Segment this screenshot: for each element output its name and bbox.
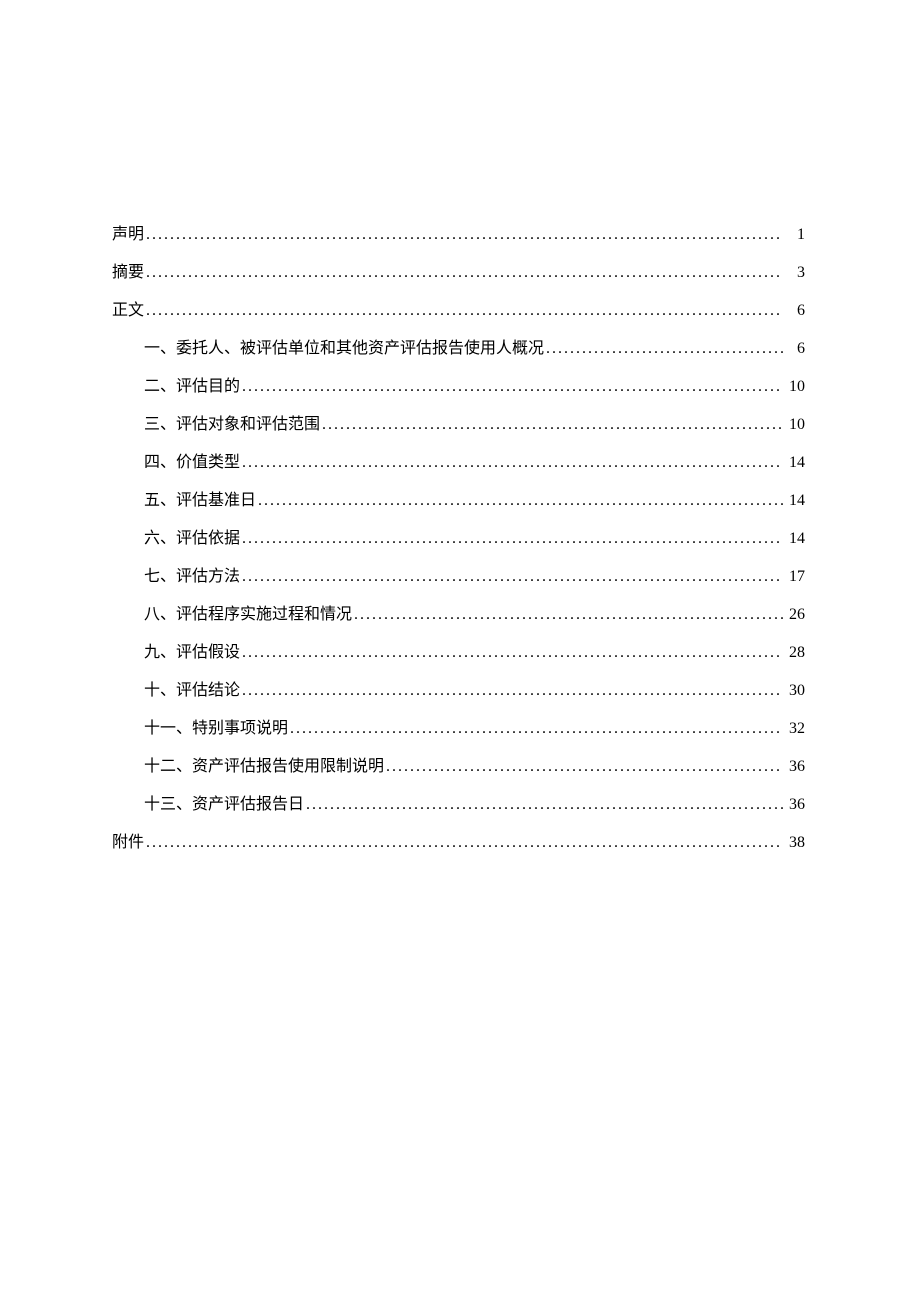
- toc-page: 14: [785, 492, 805, 510]
- toc-entry: 七、评估方法 17: [112, 562, 805, 586]
- toc-page: 6: [785, 340, 805, 358]
- toc-dots: [546, 340, 783, 358]
- toc-page: 38: [785, 834, 805, 852]
- toc-label: 摘要: [112, 258, 144, 282]
- toc-dots: [242, 378, 783, 396]
- toc-label: 十一、特别事项说明: [144, 714, 288, 738]
- toc-dots: [146, 302, 783, 320]
- toc-dots: [242, 454, 783, 472]
- toc-label: 五、评估基准日: [144, 486, 256, 510]
- toc-label: 十三、资产评估报告日: [144, 790, 304, 814]
- table-of-contents: 声明 1 摘要 3 正文 6 一、委托人、被评估单位和其他资产评估报告使用人概况…: [112, 220, 805, 852]
- toc-entry: 三、评估对象和评估范围 10: [112, 410, 805, 434]
- toc-page: 6: [785, 302, 805, 320]
- toc-page: 17: [785, 568, 805, 586]
- toc-label: 正文: [112, 296, 144, 320]
- toc-entry: 一、委托人、被评估单位和其他资产评估报告使用人概况 6: [112, 334, 805, 358]
- toc-entry: 二、评估目的 10: [112, 372, 805, 396]
- toc-entry: 九、评估假设 28: [112, 638, 805, 662]
- toc-label: 四、价值类型: [144, 448, 240, 472]
- toc-dots: [146, 226, 783, 244]
- toc-page: 10: [785, 378, 805, 396]
- toc-page: 14: [785, 530, 805, 548]
- toc-entry: 四、价值类型 14: [112, 448, 805, 472]
- toc-page: 1: [785, 226, 805, 244]
- toc-page: 32: [785, 720, 805, 738]
- toc-page: 10: [785, 416, 805, 434]
- toc-page: 36: [785, 796, 805, 814]
- toc-label: 十二、资产评估报告使用限制说明: [144, 752, 384, 776]
- toc-label: 六、评估依据: [144, 524, 240, 548]
- toc-dots: [146, 834, 783, 852]
- toc-entry: 附件 38: [112, 828, 805, 852]
- toc-label: 声明: [112, 220, 144, 244]
- toc-label: 附件: [112, 828, 144, 852]
- toc-page: 28: [785, 644, 805, 662]
- toc-dots: [242, 568, 783, 586]
- toc-dots: [354, 606, 783, 624]
- toc-entry: 十三、资产评估报告日 36: [112, 790, 805, 814]
- toc-entry: 五、评估基准日 14: [112, 486, 805, 510]
- toc-dots: [306, 796, 783, 814]
- toc-page: 14: [785, 454, 805, 472]
- toc-dots: [242, 530, 783, 548]
- toc-entry: 十一、特别事项说明 32: [112, 714, 805, 738]
- toc-label: 二、评估目的: [144, 372, 240, 396]
- toc-dots: [322, 416, 783, 434]
- toc-entry: 六、评估依据 14: [112, 524, 805, 548]
- toc-label: 九、评估假设: [144, 638, 240, 662]
- toc-dots: [242, 644, 783, 662]
- toc-label: 七、评估方法: [144, 562, 240, 586]
- toc-entry: 摘要 3: [112, 258, 805, 282]
- toc-dots: [242, 682, 783, 700]
- toc-label: 一、委托人、被评估单位和其他资产评估报告使用人概况: [144, 334, 544, 358]
- toc-page: 3: [785, 264, 805, 282]
- toc-page: 36: [785, 758, 805, 776]
- toc-page: 30: [785, 682, 805, 700]
- toc-entry: 八、评估程序实施过程和情况 26: [112, 600, 805, 624]
- toc-dots: [258, 492, 783, 510]
- toc-entry: 十、评估结论 30: [112, 676, 805, 700]
- toc-label: 八、评估程序实施过程和情况: [144, 600, 352, 624]
- toc-entry: 十二、资产评估报告使用限制说明 36: [112, 752, 805, 776]
- toc-dots: [386, 758, 783, 776]
- toc-dots: [146, 264, 783, 282]
- toc-dots: [290, 720, 783, 738]
- toc-entry: 正文 6: [112, 296, 805, 320]
- toc-label: 三、评估对象和评估范围: [144, 410, 320, 434]
- toc-page: 26: [785, 606, 805, 624]
- toc-entry: 声明 1: [112, 220, 805, 244]
- toc-label: 十、评估结论: [144, 676, 240, 700]
